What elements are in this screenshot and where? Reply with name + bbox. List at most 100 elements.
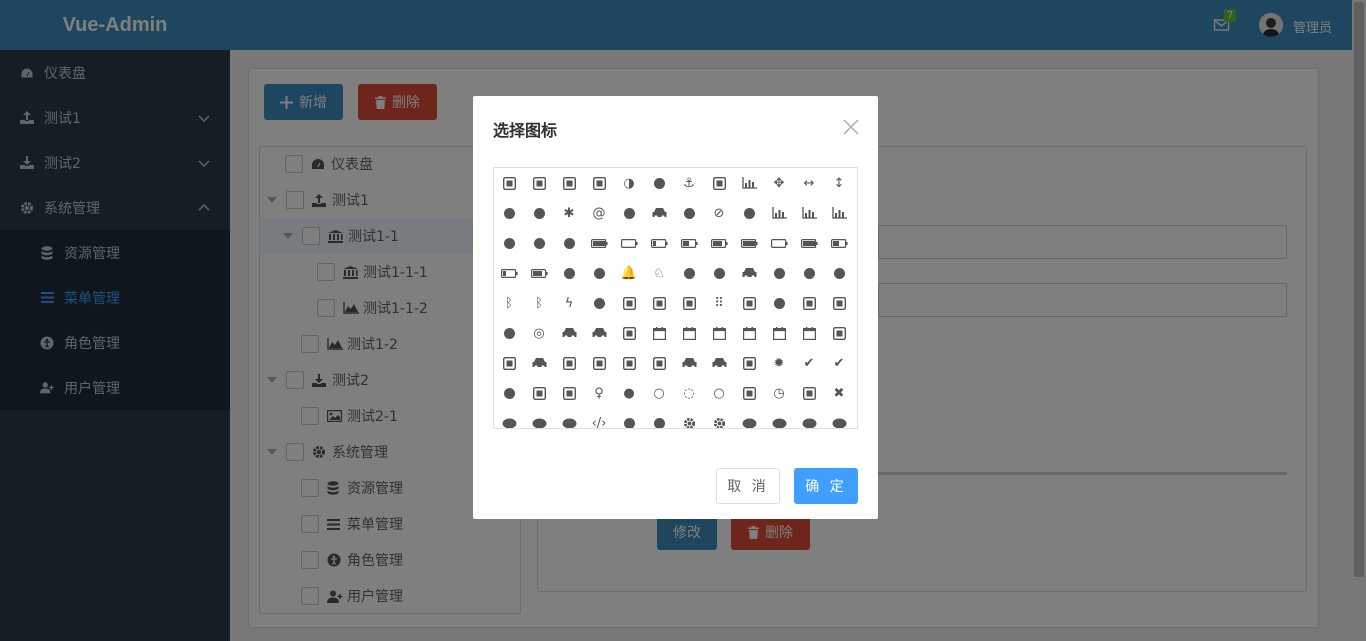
blind-icon[interactable]	[824, 258, 854, 288]
cloud-icon[interactable]	[494, 408, 524, 428]
archive-icon[interactable]	[704, 168, 734, 198]
book-icon[interactable]	[614, 288, 644, 318]
bank-icon[interactable]	[734, 198, 764, 228]
address-book-icon[interactable]	[494, 168, 524, 198]
calendar-icon[interactable]	[644, 318, 674, 348]
commenting-o-icon[interactable]	[824, 408, 854, 428]
bluetooth-b-icon[interactable]: ᛒ	[524, 288, 554, 318]
birthday-cake-icon[interactable]	[794, 258, 824, 288]
battery-half-icon[interactable]	[674, 228, 704, 258]
caret-square-down-icon[interactable]	[554, 348, 584, 378]
clone-icon[interactable]	[794, 378, 824, 408]
close-icon[interactable]	[842, 118, 860, 136]
circle-o-icon[interactable]: ○	[644, 378, 674, 408]
cog-icon[interactable]	[674, 408, 704, 428]
comment-o-icon[interactable]	[764, 408, 794, 428]
bullseye-icon[interactable]: ◎	[524, 318, 554, 348]
cancel-button[interactable]: 取 消	[716, 468, 780, 504]
check-square-o-icon[interactable]	[554, 378, 584, 408]
address-card-icon[interactable]	[524, 168, 554, 198]
circle-icon[interactable]: ●	[614, 378, 644, 408]
calendar-plus-icon[interactable]	[764, 318, 794, 348]
commenting-icon[interactable]	[794, 408, 824, 428]
at-icon[interactable]: @	[584, 198, 614, 228]
audio-description-icon[interactable]	[614, 198, 644, 228]
bus-icon[interactable]	[554, 318, 584, 348]
check-icon[interactable]: ✔	[794, 348, 824, 378]
cloud-upload-icon[interactable]	[554, 408, 584, 428]
calendar-o-icon[interactable]	[734, 318, 764, 348]
caret-square-up-icon[interactable]	[644, 348, 674, 378]
sign-language-icon[interactable]	[494, 198, 524, 228]
confirm-button[interactable]: 确 定	[794, 468, 858, 504]
bicycle-icon[interactable]	[734, 258, 764, 288]
circle-thin-icon[interactable]: ○	[704, 378, 734, 408]
check-circle-icon[interactable]: ✔	[824, 348, 854, 378]
car-icon[interactable]	[524, 348, 554, 378]
barcode-icon[interactable]	[824, 198, 854, 228]
braille-icon[interactable]: ⠿	[704, 288, 734, 318]
arrows-v-icon[interactable]: ↕	[824, 168, 854, 198]
check-square-icon[interactable]	[524, 378, 554, 408]
battery-full-icon[interactable]	[794, 228, 824, 258]
battery-quarter-icon[interactable]	[644, 228, 674, 258]
cloud-download-icon[interactable]	[524, 408, 554, 428]
id-card-icon[interactable]	[554, 168, 584, 198]
code-fork-icon[interactable]	[614, 408, 644, 428]
battery-quarter-icon[interactable]	[494, 258, 524, 288]
clipboard-icon[interactable]	[734, 378, 764, 408]
battery-three-quarters-icon[interactable]	[704, 228, 734, 258]
bar-chart-o-icon[interactable]	[794, 198, 824, 228]
caret-square-left-icon[interactable]	[584, 348, 614, 378]
bell-o-icon[interactable]: ♘	[644, 258, 674, 288]
briefcase-icon[interactable]	[734, 288, 764, 318]
calendar-minus-icon[interactable]	[704, 318, 734, 348]
bell-slash-icon[interactable]	[674, 258, 704, 288]
car-icon[interactable]	[644, 198, 674, 228]
ban-icon[interactable]: ⊘	[704, 198, 734, 228]
asterisk-icon[interactable]: ✱	[554, 198, 584, 228]
check-circle-o-icon[interactable]	[494, 378, 524, 408]
arrows-h-icon[interactable]: ↔	[794, 168, 824, 198]
clock-icon[interactable]: ◷	[764, 378, 794, 408]
cart-arrow-down-icon[interactable]	[674, 348, 704, 378]
close-icon[interactable]: ✖	[824, 378, 854, 408]
building-o-icon[interactable]	[824, 288, 854, 318]
cogs-icon[interactable]	[704, 408, 734, 428]
bluetooth-icon[interactable]: ᛒ	[494, 288, 524, 318]
cc-icon[interactable]	[734, 348, 764, 378]
bug-icon[interactable]	[764, 288, 794, 318]
battery-full-icon[interactable]	[584, 228, 614, 258]
balance-scale-icon[interactable]	[674, 198, 704, 228]
calendar-times-icon[interactable]	[794, 318, 824, 348]
bed-icon[interactable]	[554, 258, 584, 288]
child-icon[interactable]: ♀	[584, 378, 614, 408]
battery-empty-icon[interactable]	[764, 228, 794, 258]
arrows-icon[interactable]: ✥	[764, 168, 794, 198]
battery-half-icon[interactable]	[824, 228, 854, 258]
bathtub-icon[interactable]	[554, 228, 584, 258]
calculator-icon[interactable]	[614, 318, 644, 348]
coffee-icon[interactable]	[644, 408, 674, 428]
camera-icon[interactable]	[824, 318, 854, 348]
bell-slash-o-icon[interactable]	[704, 258, 734, 288]
comment-icon[interactable]	[734, 408, 764, 428]
camera-retro-icon[interactable]	[494, 348, 524, 378]
battery-three-quarters-icon[interactable]	[524, 258, 554, 288]
battery-full-icon[interactable]	[734, 228, 764, 258]
sign-language-icon[interactable]	[644, 168, 674, 198]
cart-plus-icon[interactable]	[704, 348, 734, 378]
bookmark-o-icon[interactable]	[674, 288, 704, 318]
building-icon[interactable]	[794, 288, 824, 318]
id-badge-icon[interactable]	[584, 168, 614, 198]
bars-icon[interactable]	[494, 228, 524, 258]
circle-o-notch-icon[interactable]: ◌	[674, 378, 704, 408]
bullhorn-icon[interactable]	[494, 318, 524, 348]
certificate-icon[interactable]: ✹	[764, 348, 794, 378]
binoculars-icon[interactable]	[764, 258, 794, 288]
bookmark-icon[interactable]	[644, 288, 674, 318]
taxi-icon[interactable]	[584, 318, 614, 348]
bar-chart-icon[interactable]	[764, 198, 794, 228]
bath-icon[interactable]	[524, 228, 554, 258]
code-icon[interactable]: ‹/›	[584, 408, 614, 429]
